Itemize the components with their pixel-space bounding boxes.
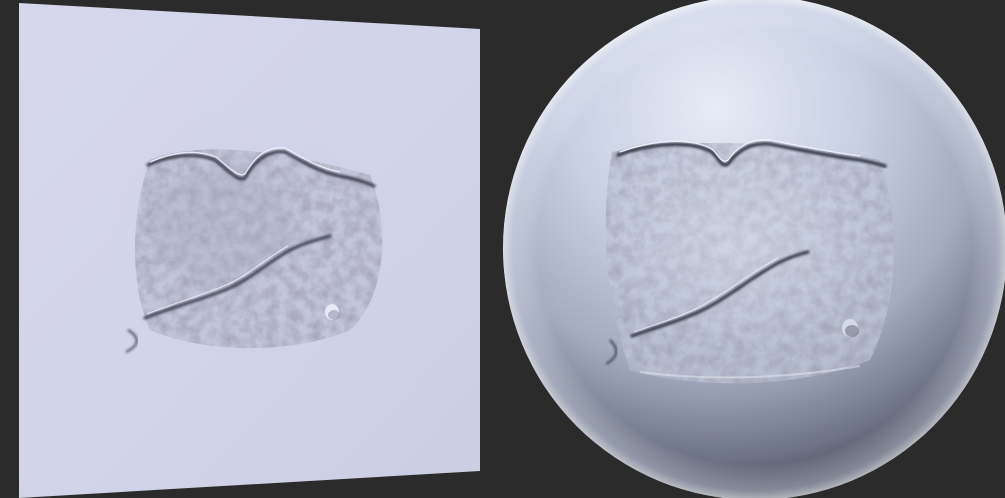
flat-plane: [19, 3, 480, 498]
sphere: [503, 0, 1005, 498]
render-viewport: [0, 0, 1005, 498]
render-canvas: [0, 0, 1005, 498]
